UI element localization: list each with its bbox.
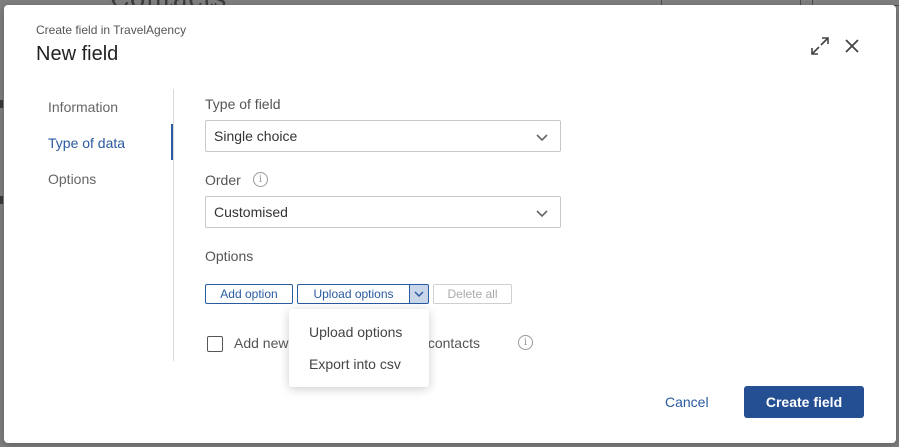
dialog-title: New field	[36, 43, 119, 65]
active-nav-indicator	[171, 124, 173, 160]
type-of-field-select[interactable]: Single choice	[205, 120, 561, 152]
close-icon[interactable]	[842, 36, 862, 56]
menu-item-export-csv[interactable]: Export into csv	[309, 356, 401, 372]
info-icon[interactable]: i	[253, 172, 268, 187]
background-mark	[0, 196, 3, 204]
chevron-down-icon	[536, 210, 548, 218]
chevron-down-icon	[414, 291, 424, 298]
chevron-down-icon	[536, 134, 548, 142]
dialog-sidebar: Information Type of data Options	[4, 89, 174, 361]
background-mark	[0, 100, 3, 108]
order-label: Order	[205, 172, 241, 188]
add-option-button[interactable]: Add option	[205, 284, 293, 304]
expand-icon[interactable]	[810, 35, 830, 57]
menu-item-upload-options[interactable]: Upload options	[309, 324, 402, 340]
create-field-dialog: Create field in TravelAgency New field I…	[4, 5, 896, 443]
cancel-button[interactable]: Cancel	[665, 394, 709, 410]
nav-item-options[interactable]: Options	[48, 171, 96, 187]
add-new-options-checkbox[interactable]	[207, 336, 223, 352]
nav-item-type-of-data[interactable]: Type of data	[48, 135, 125, 151]
type-of-field-value: Single choice	[214, 128, 298, 144]
nav-item-information[interactable]: Information	[48, 99, 118, 115]
delete-all-button[interactable]: Delete all	[433, 284, 512, 304]
upload-options-menu: Upload options Export into csv	[289, 309, 429, 387]
info-icon[interactable]: i	[518, 335, 533, 350]
upload-options-dropdown-toggle[interactable]	[409, 284, 429, 304]
dialog-subtitle: Create field in TravelAgency	[36, 23, 187, 37]
order-value: Customised	[214, 204, 288, 220]
upload-options-button[interactable]: Upload options	[297, 284, 410, 304]
type-of-field-label: Type of field	[205, 96, 281, 112]
options-label: Options	[205, 248, 254, 264]
order-select[interactable]: Customised	[205, 196, 561, 228]
create-field-button[interactable]: Create field	[744, 386, 864, 418]
checkbox-label-start: Add new	[234, 335, 289, 351]
